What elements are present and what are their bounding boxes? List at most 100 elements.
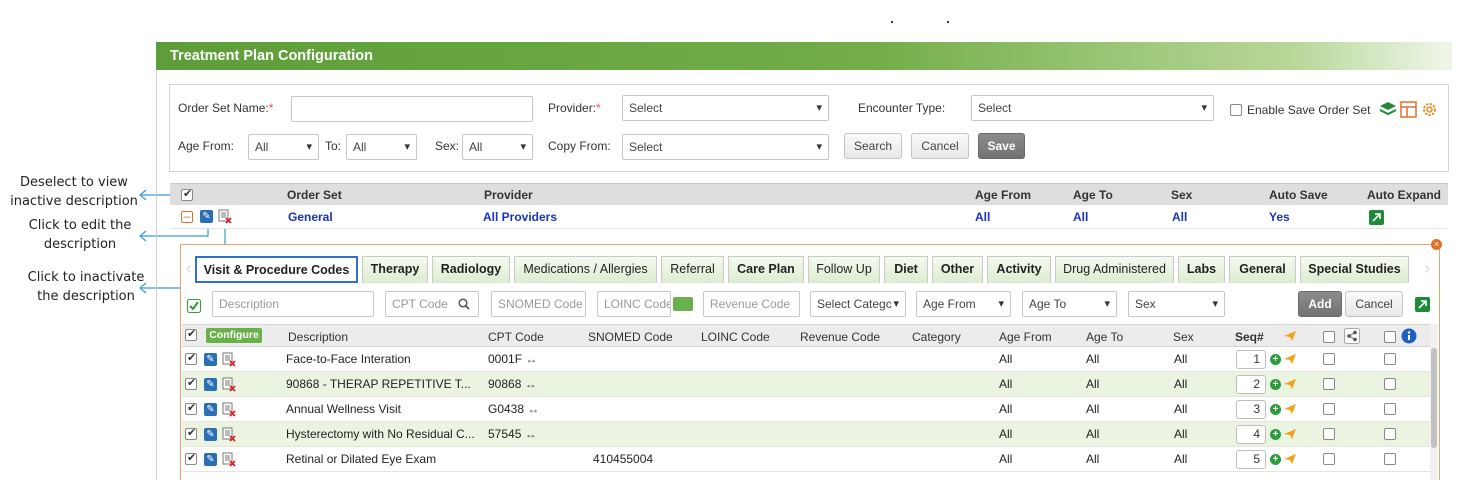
add-circle-icon[interactable]: + [1270,429,1281,440]
header-checkbox-a[interactable] [1323,331,1335,343]
edit-icon[interactable]: ✎ [204,353,217,366]
tab-labs[interactable]: Labs [1178,256,1225,283]
layers-icon[interactable] [1379,101,1397,118]
tab-drug-administered[interactable]: Drug Administered [1055,256,1174,283]
seq-input[interactable]: 1 [1236,350,1266,369]
encounter-type-select[interactable]: Select [971,95,1214,121]
add-button[interactable]: Add [1298,291,1342,317]
sex-select[interactable]: All [462,134,533,160]
row-checkbox-a[interactable] [1323,353,1335,365]
configure-button[interactable]: Configure [206,328,262,343]
table-row[interactable]: ✎ Annual Wellness Visit G0438 ↔ All All … [182,397,1430,422]
age-to-select[interactable]: All [346,134,417,160]
seq-input[interactable]: 2 [1236,375,1266,394]
inactivate-icon[interactable] [222,427,236,442]
order-set-name-input[interactable] [291,96,533,122]
age-to-filter-select[interactable]: Age To [1022,291,1117,317]
category-filter-select[interactable]: Select Categc [810,291,906,317]
grid-scrollbar[interactable] [1430,324,1438,480]
info-icon[interactable] [1401,328,1417,344]
seq-input[interactable]: 4 [1236,425,1266,444]
add-circle-icon[interactable]: + [1270,404,1281,415]
row-checkbox[interactable] [185,451,197,465]
row-checkbox[interactable] [185,401,197,415]
select-all-checkbox[interactable] [185,327,197,341]
tab-special-studies[interactable]: Special Studies [1300,256,1409,283]
filter-cancel-button[interactable]: Cancel [1345,291,1403,317]
loinc-lookup-button[interactable] [673,297,693,311]
snomed-filter-input[interactable]: SNOMED Code [491,291,586,317]
age-from-filter-select[interactable]: Age From [916,291,1011,317]
tab-therapy[interactable]: Therapy [362,256,428,283]
send-icon[interactable] [1283,403,1297,415]
code-link-icon[interactable]: ↔ [527,402,539,416]
send-icon[interactable] [1283,428,1297,440]
tab-diet[interactable]: Diet [884,256,928,283]
enable-save-checkbox[interactable] [1230,104,1242,116]
inactivate-icon[interactable] [218,209,232,224]
edit-icon[interactable]: ✎ [200,210,213,223]
table-row[interactable]: ✎ Face-to-Face Interation 0001F ↔ All Al… [182,347,1430,372]
provider-select[interactable]: Select [622,95,829,121]
code-link-icon[interactable]: ↔ [525,352,537,366]
seq-input[interactable]: 3 [1236,400,1266,419]
tab-medications-allergies[interactable]: Medications / Allergies [514,256,657,283]
inactivate-icon[interactable] [222,352,236,367]
add-circle-icon[interactable]: + [1270,379,1281,390]
inactivate-icon[interactable] [222,377,236,392]
cpt-filter-input[interactable]: CPT Code [385,291,479,317]
row-checkbox[interactable] [185,351,197,365]
add-circle-icon[interactable]: + [1270,454,1281,465]
row-checkbox-a[interactable] [1323,378,1335,390]
scrollbar-thumb[interactable] [1431,348,1437,448]
tab-general[interactable]: General [1229,256,1296,283]
row-checkbox-b[interactable] [1384,403,1396,415]
row-checkbox-b[interactable] [1384,428,1396,440]
inactivate-icon[interactable] [222,452,236,467]
row-checkbox-a[interactable] [1323,403,1335,415]
search-button[interactable]: Search [844,133,902,159]
table-row[interactable]: ✎ Retinal or Dilated Eye Exam 410455004 … [182,447,1430,472]
description-filter-input[interactable]: Description [212,291,374,317]
edit-icon[interactable]: ✎ [204,378,217,391]
row-checkbox-b[interactable] [1384,378,1396,390]
copy-from-select[interactable]: Select [622,134,829,160]
gear-icon[interactable] [1421,101,1438,118]
age-from-select[interactable]: All [248,134,319,160]
edit-icon[interactable]: ✎ [204,453,217,466]
edit-icon[interactable]: ✎ [204,428,217,441]
expand-icon[interactable] [1369,210,1384,225]
show-active-checkbox[interactable] [181,187,193,201]
seq-input[interactable]: 5 [1236,450,1266,469]
tab-follow-up[interactable]: Follow Up [808,256,880,283]
send-icon[interactable] [1283,353,1297,365]
send-icon[interactable] [1283,453,1297,465]
tab-care-plan[interactable]: Care Plan [728,256,804,283]
inactivate-icon[interactable] [222,402,236,417]
row-checkbox[interactable] [185,426,197,440]
save-button[interactable]: Save [978,133,1025,159]
send-icon[interactable] [1283,378,1297,390]
tab-activity[interactable]: Activity [987,256,1051,283]
expand-all-icon[interactable] [1415,297,1430,312]
tab-visit-procedure-codes[interactable]: Visit & Procedure Codes [195,256,358,283]
tabs-scroll-right-icon[interactable]: › [1424,258,1436,282]
order-set-row[interactable]: – ✎ General All Providers All All All Ye… [170,205,1448,229]
sex-filter-select[interactable]: Sex [1128,291,1225,317]
row-checkbox-b[interactable] [1384,453,1396,465]
row-checkbox-a[interactable] [1323,453,1335,465]
loinc-filter-input[interactable]: LOINC Code [597,291,671,317]
tab-other[interactable]: Other [932,256,983,283]
cancel-button[interactable]: Cancel [911,133,969,159]
table-row[interactable]: ✎ Hysterectomy with No Residual C... 575… [182,422,1430,447]
add-circle-icon[interactable]: + [1270,354,1281,365]
code-link-icon[interactable]: ↔ [525,427,537,441]
edit-icon[interactable]: ✎ [204,403,217,416]
share-icon[interactable] [1344,328,1360,344]
row-checkbox-a[interactable] [1323,428,1335,440]
active-check-icon[interactable] [187,299,201,313]
table-row[interactable]: ✎ 90868 - THERAP REPETITIVE T... 90868 ↔… [182,372,1430,397]
tab-referral[interactable]: Referral [661,256,724,283]
search-icon[interactable] [458,298,470,310]
order-set-name[interactable]: General [288,210,333,224]
